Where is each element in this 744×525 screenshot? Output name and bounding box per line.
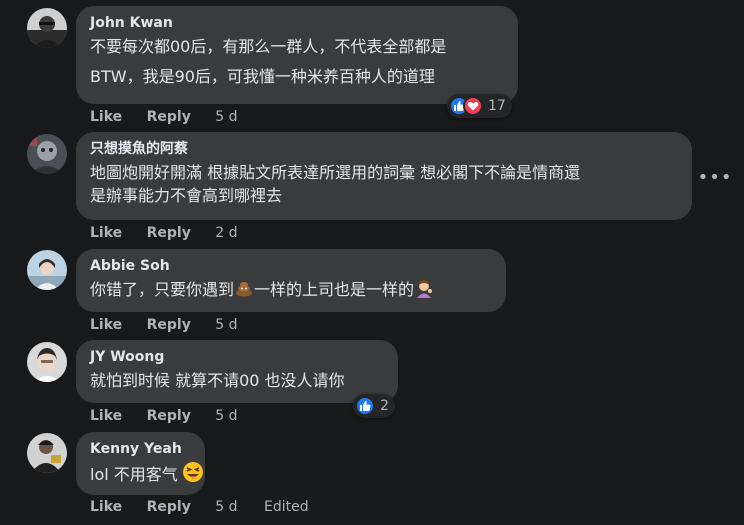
comment-timestamp[interactable]: 5 d [215,109,237,125]
avatar-john-kwan-icon [27,8,67,48]
comment-bubble: Abbie Soh 你错了，只要你遇到 一样的上司也是一样的 [76,249,506,312]
comment-bubble: Kenny Yeah lol 不用客气 [76,432,205,495]
comment-author[interactable]: Abbie Soh [90,257,492,275]
like-icon [355,396,375,416]
avatar[interactable] [27,250,67,290]
like-button[interactable]: Like [90,109,122,125]
reply-button[interactable]: Reply [147,109,191,125]
person-tipping-hand-emoji [414,278,434,304]
avatar[interactable] [27,342,67,382]
avatar[interactable] [27,134,67,174]
love-icon [463,96,483,116]
comment-author[interactable]: JY Woong [90,348,384,366]
more-options-button[interactable]: ••• [698,165,732,189]
squinting-tongue-emoji [182,461,204,489]
comment-actions: Like Reply 5 d [90,316,260,334]
avatar-kenny-yeah-icon [27,433,67,473]
avatar-zhixiang-icon [27,134,67,174]
comment-text-part-1: lol 不用客气 [90,465,178,484]
avatar-abbie-soh-icon [27,250,67,290]
comment-text-line-2: BTW，我是90后，可我懂一种米养百种人的道理 [90,67,435,86]
comment-timestamp[interactable]: 5 d [215,499,237,515]
like-button[interactable]: Like [90,499,122,515]
reply-button[interactable]: Reply [147,225,191,241]
like-button[interactable]: Like [90,408,122,424]
comment-timestamp[interactable]: 2 d [215,225,237,241]
reply-button[interactable]: Reply [147,499,191,515]
avatar[interactable] [27,433,67,473]
comment-text: lol 不用客气 [90,461,203,489]
comment-actions: Like Reply 5 d [90,407,260,425]
avatar[interactable] [27,8,67,48]
comment-bubble: JY Woong 就怕到时候 就算不请00 也没人请你 [76,340,398,403]
reaction-count: 17 [488,98,506,114]
edited-label[interactable]: Edited [264,499,309,515]
comment-bubble: 只想摸魚的阿蔡 地圖炮開好開滿 根據貼文所表達所選用的詞彙 想必閣下不論是情商還… [76,132,692,220]
comment-author[interactable]: 只想摸魚的阿蔡 [90,140,678,158]
comment-bubble: John Kwan 不要每次都00后，有那么一群人，不代表全部都是 BTW，我是… [76,6,518,104]
comment-actions: Like Reply 5 d [90,108,260,126]
comment-text: 你错了，只要你遇到 一样的上司也是一样的 [90,278,492,304]
poop-emoji [234,278,254,304]
reaction-summary[interactable]: 2 [353,394,395,418]
reply-button[interactable]: Reply [147,317,191,333]
comment-text-part-2: 一样的上司也是一样的 [254,280,415,299]
comment-actions: Like Reply 2 d [90,224,260,242]
comment-timestamp[interactable]: 5 d [215,317,237,333]
reaction-count: 2 [380,398,389,414]
avatar-jy-woong-icon [27,342,67,382]
comment-text: 就怕到时候 就算不请00 也没人请你 [90,371,345,390]
reply-button[interactable]: Reply [147,408,191,424]
like-button[interactable]: Like [90,317,122,333]
like-button[interactable]: Like [90,225,122,241]
comment-author[interactable]: John Kwan [90,14,504,32]
comment-timestamp[interactable]: 5 d [215,408,237,424]
comment-text-line-1: 不要每次都00后，有那么一群人，不代表全部都是 [90,37,447,56]
comment-actions: Like Reply 5 d Edited [90,498,309,516]
reaction-summary[interactable]: 17 [447,94,512,118]
comment-text-line-2: 是辦事能力不會高到哪裡去 [90,186,283,205]
comment-text-line-1: 地圖炮開好開滿 根據貼文所表達所選用的詞彙 想必閣下不論是情商還 [90,163,581,182]
comment-author[interactable]: Kenny Yeah [90,440,191,458]
comment-text-part-1: 你错了，只要你遇到 [90,280,235,299]
